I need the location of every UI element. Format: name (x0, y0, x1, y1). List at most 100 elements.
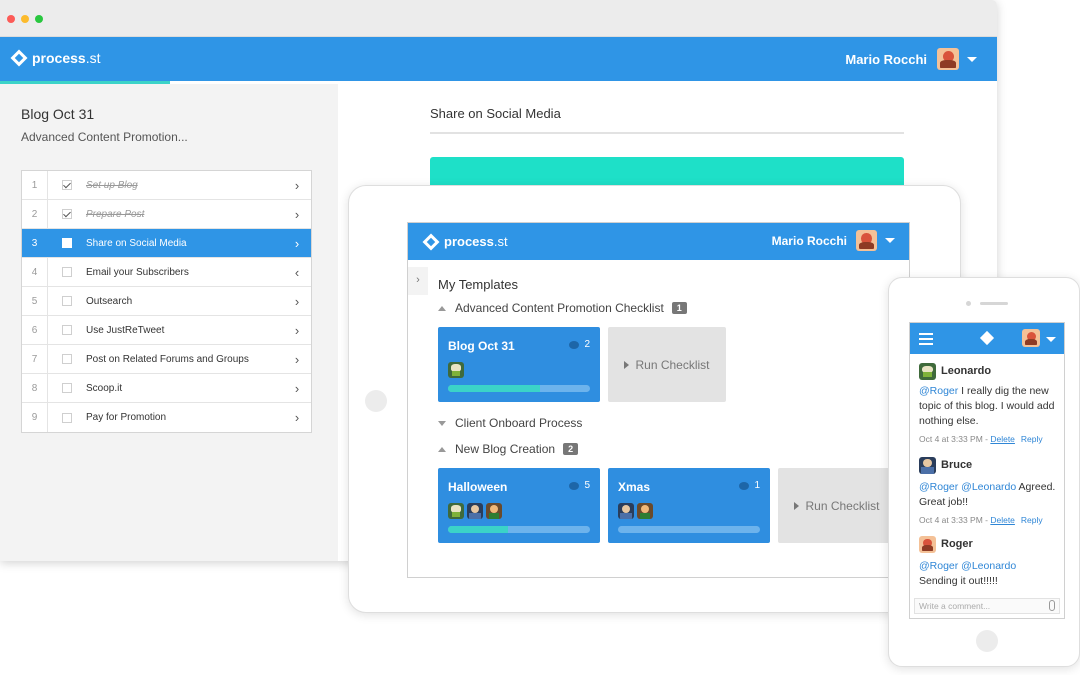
run-checklist-button[interactable]: Run Checklist (778, 468, 896, 543)
checkbox-icon (62, 383, 72, 393)
task-label: Prepare Post (86, 208, 145, 220)
comment-input[interactable]: Write a comment... (914, 598, 1060, 614)
logo-icon (422, 233, 440, 250)
comment-author: Leonardo (941, 365, 992, 377)
expand-triangle-icon (438, 420, 446, 426)
comment-header: Roger (919, 536, 1064, 553)
delete-link[interactable]: Delete (990, 434, 1015, 444)
commenter-avatar (919, 457, 936, 474)
task-label: Set up Blog (86, 179, 138, 191)
template-group-name: Client Onboard Process (455, 416, 583, 430)
task-label: Outsearch (86, 295, 133, 307)
task-row[interactable]: 9 Pay for Promotion › (22, 403, 311, 432)
assignee-avatars (448, 362, 464, 378)
chevron-icon[interactable]: › (283, 352, 311, 367)
task-checkbox[interactable] (48, 383, 86, 393)
task-number: 4 (22, 258, 48, 286)
sidebar-toggle-chevron-icon[interactable]: › (408, 267, 428, 295)
task-label: Share on Social Media (86, 237, 187, 249)
task-number: 8 (22, 374, 48, 402)
task-row[interactable]: 5 Outsearch › (22, 287, 311, 316)
template-group-toggle[interactable]: Advanced Content Promotion Checklist 1 (438, 301, 687, 315)
template-group-toggle[interactable]: Client Onboard Process (438, 416, 582, 430)
user-menu[interactable]: Mario Rocchi (845, 48, 977, 70)
mention[interactable]: @Roger @Leonardo (919, 481, 1016, 493)
task-checkbox[interactable] (48, 325, 86, 335)
comment-count-value: 5 (584, 480, 590, 491)
mention[interactable]: @Roger (919, 385, 958, 397)
chevron-icon[interactable]: › (283, 207, 311, 222)
card-title: Halloween (448, 480, 508, 494)
comment-bubble-icon (739, 481, 750, 490)
user-avatar[interactable] (1022, 329, 1040, 347)
maximize-window-button[interactable] (35, 15, 43, 23)
close-window-button[interactable] (7, 15, 15, 23)
tablet-home-button (365, 390, 387, 412)
checklist-card[interactable]: Xmas 1 (608, 468, 770, 543)
chevron-down-icon[interactable] (1046, 337, 1056, 342)
checkbox-icon (62, 412, 72, 423)
reply-link[interactable]: Reply (1021, 515, 1043, 525)
chevron-icon[interactable]: ‹ (283, 265, 311, 280)
comment-count-value: 1 (754, 480, 760, 491)
assignee-avatars (618, 503, 653, 519)
task-row[interactable]: 3 Share on Social Media › (22, 229, 311, 258)
comment-header: Leonardo (919, 363, 1064, 380)
task-checkbox[interactable] (48, 267, 86, 277)
tablet-top-bar: process .st Mario Rocchi (408, 223, 909, 260)
task-list: 1 Set up Blog › 2 Prepare Post › 3 Share on Soc… (21, 170, 312, 433)
task-label: Use JustReTweet (86, 324, 165, 336)
phone-speaker (980, 302, 1008, 305)
assignee-avatar (448, 503, 464, 519)
chevron-icon[interactable]: › (283, 178, 311, 193)
task-row[interactable]: 8 Scoop.it › (22, 374, 311, 403)
minimize-window-button[interactable] (21, 15, 29, 23)
task-checkbox[interactable] (48, 238, 86, 248)
chevron-down-icon (885, 238, 895, 243)
task-row[interactable]: 1 Set up Blog › (22, 171, 311, 200)
delete-link[interactable]: Delete (990, 515, 1015, 525)
phone-home-button (976, 630, 998, 652)
card-progress-bar (448, 526, 590, 533)
task-checkbox[interactable] (48, 354, 86, 364)
checkbox-icon (62, 209, 72, 219)
comment-time: Oct 4 at 3:33 PM - (919, 515, 991, 525)
logo[interactable]: process .st (10, 49, 100, 67)
chevron-icon[interactable]: › (283, 236, 311, 251)
card-title: Xmas (618, 480, 651, 494)
run-checklist-label: Run Checklist (805, 498, 880, 513)
comment: Bruce @Roger @Leonardo Agreed. Great job… (919, 457, 1064, 528)
tablet-user-menu[interactable]: Mario Rocchi (772, 230, 895, 251)
logo-icon[interactable] (979, 330, 995, 346)
desktop-top-bar: process .st Mario Rocchi (0, 37, 997, 81)
chevron-icon[interactable]: › (283, 294, 311, 309)
comment-body: @Roger @Leonardo Agreed. Great job!! (919, 480, 1064, 510)
template-group-name: New Blog Creation (455, 442, 556, 456)
hamburger-menu-icon[interactable] (919, 333, 933, 345)
task-row[interactable]: 4 Email your Subscribers ‹ (22, 258, 311, 287)
chevron-icon[interactable]: › (283, 381, 311, 396)
checklist-card[interactable]: Halloween 5 (438, 468, 600, 543)
checkbox-icon (62, 325, 72, 335)
chevron-icon[interactable]: › (283, 323, 311, 338)
task-checkbox[interactable] (48, 296, 86, 306)
task-checkbox[interactable] (48, 209, 86, 219)
task-number: 5 (22, 287, 48, 315)
comment-meta: Oct 4 at 3:33 PM - Delete Reply (919, 432, 1064, 447)
tablet-logo[interactable]: process .st (422, 233, 508, 250)
task-row[interactable]: 2 Prepare Post › (22, 200, 311, 229)
run-checklist-button[interactable]: Run Checklist (608, 327, 726, 402)
task-label: Email your Subscribers (86, 266, 189, 278)
chevron-icon[interactable]: › (283, 410, 311, 425)
template-group-toggle[interactable]: New Blog Creation 2 (438, 442, 579, 456)
checklist-card[interactable]: Blog Oct 31 2 (438, 327, 600, 402)
task-row[interactable]: 6 Use JustReTweet › (22, 316, 311, 345)
template-count-badge: 2 (563, 443, 579, 455)
task-checkbox[interactable] (48, 180, 86, 190)
reply-link[interactable]: Reply (1021, 434, 1043, 444)
checklist-title: Blog Oct 31 (21, 106, 95, 122)
task-checkbox[interactable] (48, 412, 86, 423)
task-row[interactable]: 7 Post on Related Forums and Groups › (22, 345, 311, 374)
mention[interactable]: @Roger @Leonardo (919, 560, 1016, 572)
paperclip-icon[interactable] (1049, 600, 1055, 611)
